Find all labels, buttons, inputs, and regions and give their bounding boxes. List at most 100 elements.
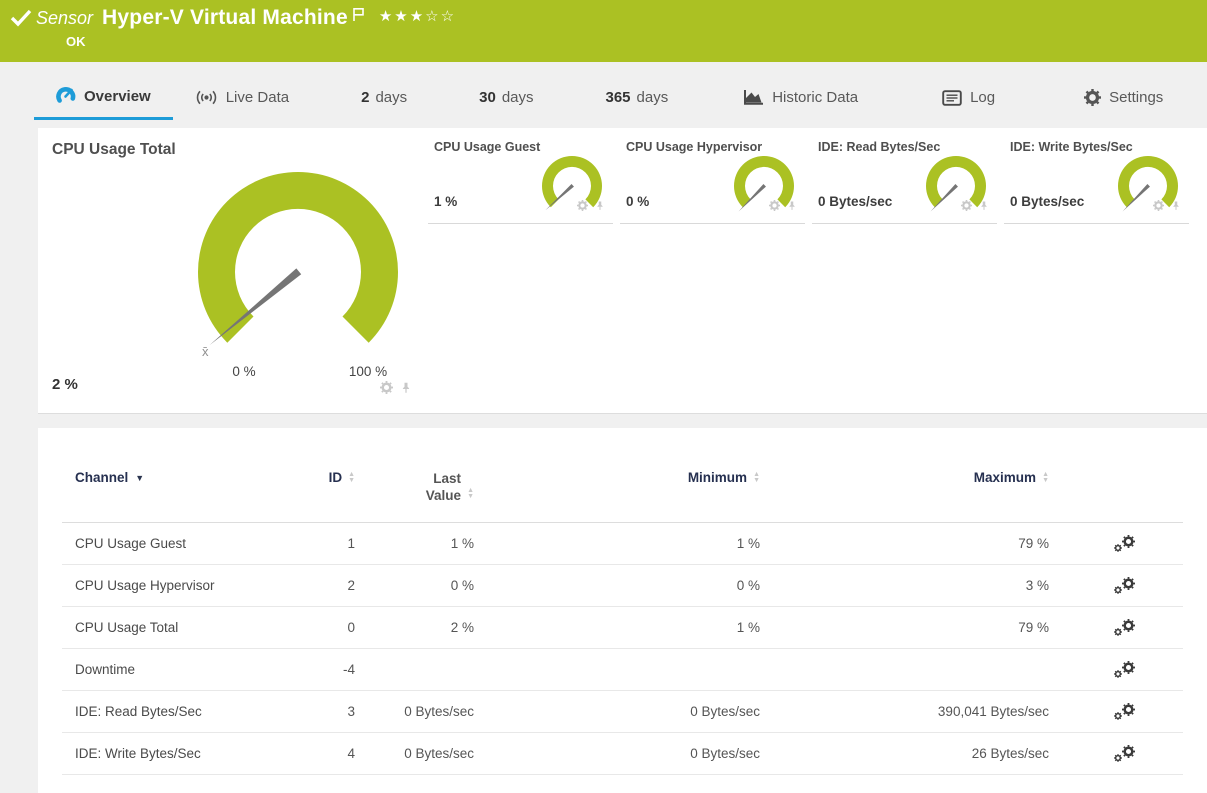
- gauges-panel: CPU Usage Total x̄ 0 % 100 % 2 % CPU Usa…: [38, 128, 1207, 414]
- channel-settings-icon[interactable]: [1114, 745, 1135, 762]
- channel-id: 0: [347, 620, 355, 635]
- gauge-settings-gear-icon[interactable]: [380, 381, 393, 394]
- table-row: IDE: Write Bytes/Sec 4 0 Bytes/sec 0 Byt…: [62, 733, 1183, 775]
- table-row: CPU Usage Hypervisor 2 0 % 0 % 3 %: [62, 565, 1183, 607]
- tab-log[interactable]: Log: [920, 81, 1017, 120]
- gauge-title: CPU Usage Guest: [434, 140, 541, 154]
- tab-label: Historic Data: [772, 88, 859, 106]
- channel-settings-icon[interactable]: [1114, 661, 1135, 678]
- tab-live-data[interactable]: Live Data: [173, 81, 311, 120]
- channel-id: 1: [347, 536, 355, 551]
- channel-name[interactable]: IDE: Write Bytes/Sec: [62, 746, 302, 761]
- column-label: Maximum: [973, 470, 1037, 485]
- column-header-id[interactable]: ID ▲ ▼: [302, 470, 355, 485]
- ide-read-gauge: [926, 155, 986, 212]
- gauge-card-cpu-usage-guest: CPU Usage Guest 1 %: [428, 128, 613, 224]
- tab-bar: Overview Live Data 2 days 30 days 365 da…: [0, 62, 1207, 120]
- tab-365-days[interactable]: 365 days: [584, 81, 691, 120]
- column-header-maximum[interactable]: Maximum ▲ ▼: [760, 470, 1049, 485]
- live-icon: [196, 90, 216, 105]
- tab-number: 30: [479, 89, 496, 106]
- tab-number: 365: [605, 89, 631, 106]
- gauge-settings-gear-icon[interactable]: [961, 200, 972, 211]
- tab-historic-data[interactable]: Historic Data: [720, 80, 880, 120]
- channel-settings-icon[interactable]: [1114, 703, 1135, 720]
- column-label: Minimum: [687, 470, 748, 485]
- channel-id: 3: [347, 704, 355, 719]
- gauge-value: 2 %: [52, 376, 78, 393]
- pin-icon[interactable]: [787, 200, 797, 211]
- tab-overview[interactable]: Overview: [34, 78, 173, 120]
- channel-settings-icon[interactable]: [1114, 577, 1135, 594]
- tab-label: Live Data: [225, 89, 290, 106]
- channel-name[interactable]: CPU Usage Total: [62, 620, 302, 635]
- table-row: IDE: Read Bytes/Sec 3 0 Bytes/sec 0 Byte…: [62, 691, 1183, 733]
- channel-settings-icon[interactable]: [1114, 619, 1135, 636]
- channel-last-value: 0 Bytes/sec: [404, 704, 474, 719]
- column-label: Channel: [75, 470, 129, 485]
- cpu-usage-guest-gauge: [542, 155, 602, 211]
- priority-flag-icon[interactable]: [352, 7, 365, 22]
- sensor-title: Hyper-V Virtual Machine: [102, 6, 348, 29]
- channel-minimum: 0 %: [736, 578, 760, 593]
- tab-settings[interactable]: Settings: [1062, 81, 1185, 120]
- channel-maximum: 3 %: [1025, 578, 1049, 593]
- channel-minimum: 1 %: [736, 620, 760, 635]
- channel-settings-icon[interactable]: [1114, 535, 1135, 552]
- sort-icon: ▲ ▼: [467, 487, 474, 500]
- gauge-value: 0 %: [626, 194, 650, 209]
- tab-label: days: [501, 89, 534, 106]
- channel-last-value: 1 %: [450, 536, 474, 551]
- ide-write-gauge: [1118, 155, 1178, 212]
- priority-stars[interactable]: ★★★☆☆: [379, 7, 456, 25]
- sensor-header: Sensor Hyper-V Virtual Machine ★★★☆☆ OK: [0, 0, 1207, 62]
- channel-name[interactable]: Downtime: [62, 662, 302, 677]
- tab-number: 2: [361, 89, 370, 106]
- channel-id: -4: [342, 662, 355, 677]
- log-icon: [942, 89, 962, 106]
- gauge-value: 0 Bytes/sec: [818, 194, 893, 209]
- pin-icon[interactable]: [979, 200, 989, 211]
- gear-icon: [1084, 89, 1101, 106]
- gauge-settings-gear-icon[interactable]: [769, 200, 780, 211]
- sort-icon: ▲ ▼: [1042, 470, 1049, 484]
- tab-30-days[interactable]: 30 days: [457, 81, 555, 120]
- channel-last-value: 0 %: [450, 578, 474, 593]
- channel-name[interactable]: IDE: Read Bytes/Sec: [62, 704, 302, 719]
- average-marker: x̄: [202, 344, 209, 359]
- gauge-card-ide-read: IDE: Read Bytes/Sec 0 Bytes/sec: [812, 128, 997, 224]
- gauge-settings-gear-icon[interactable]: [577, 200, 588, 211]
- channel-last-value: 2 %: [450, 620, 474, 635]
- sort-icon: ▲ ▼: [753, 470, 760, 484]
- column-label: Last Value: [425, 471, 462, 503]
- gauge-scale-min: 0 %: [232, 364, 256, 379]
- channel-minimum: 0 Bytes/sec: [690, 704, 760, 719]
- area-chart-icon: [744, 90, 764, 105]
- cpu-usage-total-gauge: x̄: [198, 171, 398, 359]
- pin-icon[interactable]: [595, 200, 605, 211]
- table-row: CPU Usage Total 0 2 % 1 % 79 %: [62, 607, 1183, 649]
- tab-label: Log: [970, 89, 996, 106]
- pin-icon[interactable]: [1171, 200, 1181, 211]
- gauge-value: 0 Bytes/sec: [1010, 194, 1085, 209]
- cpu-usage-hypervisor-gauge: [734, 155, 794, 212]
- table-header-row: Channel ▼ ID ▲ ▼ Last Value ▲ ▼ Minimum ▲ ▼…: [62, 462, 1183, 523]
- column-header-channel[interactable]: Channel ▼: [62, 470, 302, 485]
- gauge-scale-max: 100 %: [348, 364, 388, 379]
- channels-panel: Channel ▼ ID ▲ ▼ Last Value ▲ ▼ Minimum ▲ ▼…: [38, 428, 1207, 793]
- pin-icon[interactable]: [400, 381, 412, 394]
- gauge-settings-gear-icon[interactable]: [1153, 200, 1164, 211]
- column-header-last-value[interactable]: Last Value ▲ ▼: [355, 470, 474, 504]
- column-label: ID: [328, 470, 343, 485]
- gauge-value: 1 %: [434, 194, 458, 209]
- channel-id: 4: [347, 746, 355, 761]
- gauge-icon: [56, 87, 76, 103]
- channel-name[interactable]: CPU Usage Guest: [62, 536, 302, 551]
- channel-id: 2: [347, 578, 355, 593]
- tab-label: Overview: [84, 87, 151, 105]
- tab-label: days: [375, 89, 408, 106]
- channel-name[interactable]: CPU Usage Hypervisor: [62, 578, 302, 593]
- channel-last-value: 0 Bytes/sec: [404, 746, 474, 761]
- tab-2-days[interactable]: 2 days: [339, 81, 429, 120]
- column-header-minimum[interactable]: Minimum ▲ ▼: [474, 470, 760, 485]
